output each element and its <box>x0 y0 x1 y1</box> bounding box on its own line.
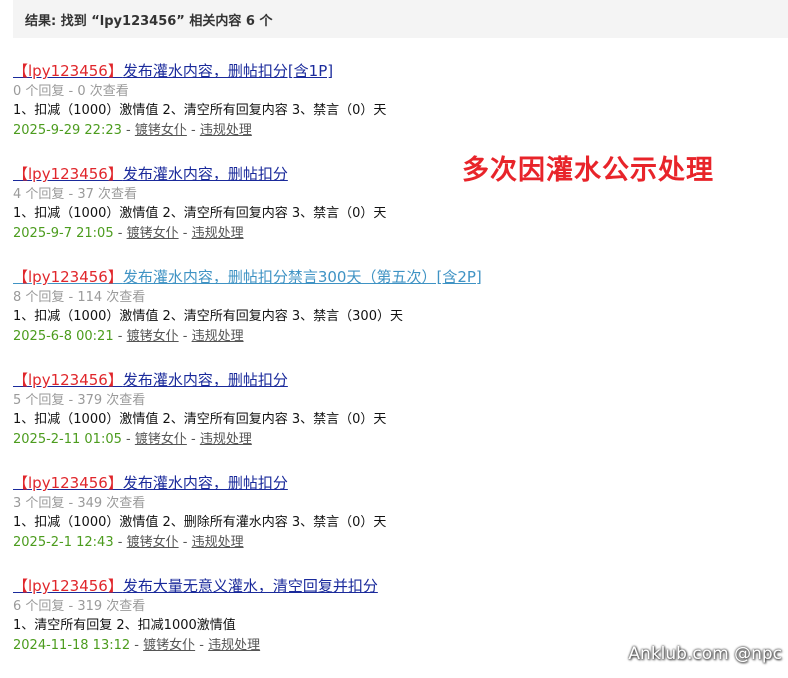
penalty-text: 1、扣减（1000）激情值 2、清空所有回复内容 3、禁言（0）天 <box>13 412 387 427</box>
list-item: 【lpy123456】发布灌水内容，删帖扣分 3 个回复 - 349 次查看 1… <box>13 472 773 575</box>
category-link[interactable]: 违规处理 <box>192 535 244 550</box>
list-item: 【lpy123456】发布灌水内容，删帖扣分 5 个回复 - 379 次查看 1… <box>13 369 773 472</box>
category-link[interactable]: 违规处理 <box>192 329 244 344</box>
post-date: 2025-2-1 12:43 <box>13 535 114 550</box>
user-tag: 【lpy123456】 <box>13 268 123 286</box>
penalty-text: 1、扣减（1000）激情值 2、清空所有回复内容 3、禁言（0）天 <box>13 103 387 118</box>
category-link[interactable]: 违规处理 <box>200 432 252 447</box>
post-title-text: 发布灌水内容，删帖扣分禁言300天（第五次）[含2P] <box>122 268 482 286</box>
author-link[interactable]: 镀铐女仆 <box>127 535 179 550</box>
post-title-text: 发布灌水内容，删帖扣分 <box>122 165 288 183</box>
user-tag: 【lpy123456】 <box>13 62 123 80</box>
post-title-link[interactable]: 【lpy123456】发布灌水内容，删帖扣分 <box>13 369 773 391</box>
post-meta: 2025-2-11 01:05 - 镀铐女仆 - 违规处理 <box>13 430 773 450</box>
post-title-text: 发布灌水内容，删帖扣分[含1P] <box>122 62 334 80</box>
search-result-summary: 结果: 找到 “lpy123456” 相关内容 6 个 <box>13 0 788 38</box>
post-stats: 6 个回复 - 319 次查看 <box>13 599 146 614</box>
post-date: 2025-6-8 00:21 <box>13 329 114 344</box>
penalty-text: 1、扣减（1000）激情值 2、删除所有灌水内容 3、禁言（0）天 <box>13 515 387 530</box>
user-tag: 【lpy123456】 <box>13 165 123 183</box>
post-title-text: 发布大量无意义灌水，清空回复并扣分 <box>122 577 378 595</box>
watermark-text: Anklub.com @npc <box>628 644 782 664</box>
post-meta: 2025-9-7 21:05 - 镀铐女仆 - 违规处理 <box>13 224 773 244</box>
meta-separator: - <box>130 638 144 653</box>
result-summary-text: 结果: 找到 “lpy123456” 相关内容 6 个 <box>25 14 273 29</box>
meta-separator: - <box>113 226 127 241</box>
meta-separator: - <box>195 638 209 653</box>
post-date: 2025-2-11 01:05 <box>13 432 122 447</box>
post-date: 2025-9-7 21:05 <box>13 226 114 241</box>
author-link[interactable]: 镀铐女仆 <box>143 638 195 653</box>
post-title-link[interactable]: 【lpy123456】发布灌水内容，删帖扣分 <box>13 472 773 494</box>
meta-separator: - <box>178 226 192 241</box>
meta-separator: - <box>186 123 200 138</box>
user-tag: 【lpy123456】 <box>13 371 123 389</box>
meta-separator: - <box>113 329 127 344</box>
post-title-text: 发布灌水内容，删帖扣分 <box>122 474 288 492</box>
author-link[interactable]: 镀铐女仆 <box>127 226 179 241</box>
post-title-link[interactable]: 【lpy123456】发布灌水内容，删帖扣分[含1P] <box>13 60 773 82</box>
post-meta: 2025-2-1 12:43 - 镀铐女仆 - 违规处理 <box>13 533 773 553</box>
meta-separator: - <box>178 329 192 344</box>
post-title-link[interactable]: 【lpy123456】发布灌水内容，删帖扣分禁言300天（第五次）[含2P] <box>13 266 773 288</box>
meta-separator: - <box>121 432 135 447</box>
meta-separator: - <box>121 123 135 138</box>
penalty-text: 1、清空所有回复 2、扣减1000激情值 <box>13 618 236 633</box>
post-stats: 4 个回复 - 37 次查看 <box>13 187 138 202</box>
author-link[interactable]: 镀铐女仆 <box>127 329 179 344</box>
category-link[interactable]: 违规处理 <box>192 226 244 241</box>
post-meta: 2025-9-29 22:23 - 镀铐女仆 - 违规处理 <box>13 121 773 141</box>
post-title-text: 发布灌水内容，删帖扣分 <box>122 371 288 389</box>
meta-separator: - <box>113 535 127 550</box>
post-date: 2025-9-29 22:23 <box>13 123 122 138</box>
meta-separator: - <box>186 432 200 447</box>
author-link[interactable]: 镀铐女仆 <box>135 432 187 447</box>
post-date: 2024-11-18 13:12 <box>13 638 131 653</box>
meta-separator: - <box>178 535 192 550</box>
post-stats: 5 个回复 - 379 次查看 <box>13 393 146 408</box>
post-stats: 3 个回复 - 349 次查看 <box>13 496 146 511</box>
user-tag: 【lpy123456】 <box>13 577 123 595</box>
post-stats: 0 个回复 - 0 次查看 <box>13 84 129 99</box>
post-title-link[interactable]: 【lpy123456】发布大量无意义灌水，清空回复并扣分 <box>13 575 773 597</box>
annotation-overlay-text: 多次因灌水公示处理 <box>462 155 714 186</box>
category-link[interactable]: 违规处理 <box>200 123 252 138</box>
post-meta: 2025-6-8 00:21 - 镀铐女仆 - 违规处理 <box>13 327 773 347</box>
user-tag: 【lpy123456】 <box>13 474 123 492</box>
penalty-text: 1、扣减（1000）激情值 2、清空所有回复内容 3、禁言（0）天 <box>13 206 387 221</box>
post-stats: 8 个回复 - 114 次查看 <box>13 290 146 305</box>
category-link[interactable]: 违规处理 <box>208 638 260 653</box>
author-link[interactable]: 镀铐女仆 <box>135 123 187 138</box>
list-item: 【lpy123456】发布灌水内容，删帖扣分禁言300天（第五次）[含2P] 8… <box>13 266 773 369</box>
penalty-text: 1、扣减（1000）激情值 2、清空所有回复内容 3、禁言（300）天 <box>13 309 403 324</box>
